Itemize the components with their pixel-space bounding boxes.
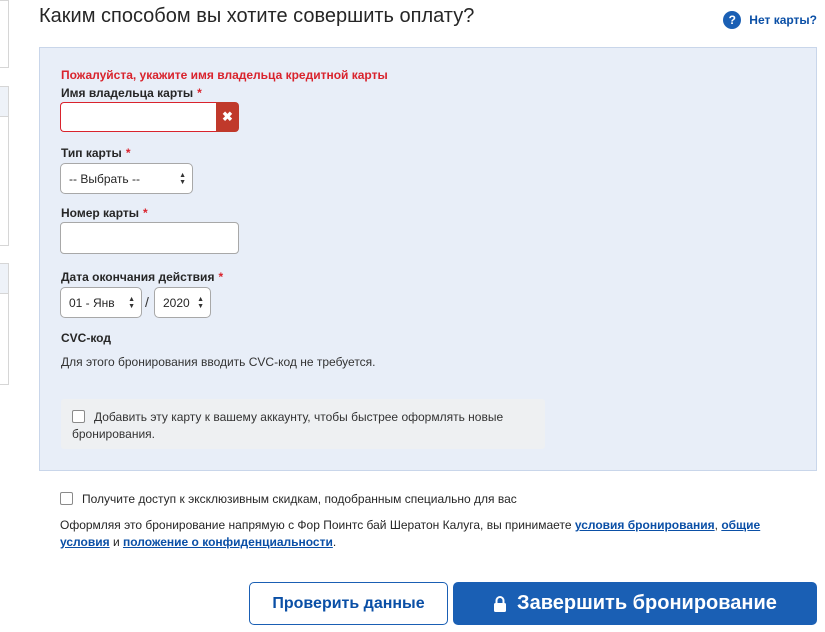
required-mark: *	[197, 86, 202, 100]
cvc-label: CVC-код	[61, 331, 111, 345]
expiry-month-value: 01 - Янв	[69, 295, 115, 310]
privacy-policy-link[interactable]: положение о конфиденциальности	[123, 535, 333, 549]
left-rail-section	[0, 116, 9, 246]
select-arrows-icon: ▲ ▼	[179, 171, 186, 186]
card-number-input[interactable]	[60, 222, 239, 254]
no-card-link[interactable]: ? Нет карты?	[723, 11, 817, 29]
left-rail-section	[0, 293, 9, 385]
left-rail-section	[0, 263, 9, 295]
complete-booking-label: Завершить бронирование	[517, 592, 777, 614]
promo-checkbox[interactable]	[60, 492, 73, 505]
required-mark: *	[125, 146, 131, 160]
promo-label: Получите доступ к эксклюзивным скидкам, …	[82, 492, 517, 506]
complete-booking-button[interactable]: Завершить бронирование	[453, 582, 817, 625]
save-card-checkbox[interactable]	[72, 410, 85, 423]
card-type-select[interactable]: -- Выбрать -- ▲ ▼	[60, 163, 193, 194]
no-card-label: Нет карты?	[749, 13, 817, 27]
card-type-label: Тип карты *	[61, 146, 131, 160]
expiry-year-select[interactable]: 2020 ▲ ▼	[154, 287, 211, 318]
expiry-month-select[interactable]: 01 - Янв ▲ ▼	[60, 287, 142, 318]
left-rail-section	[0, 0, 9, 68]
required-mark: *	[218, 270, 224, 284]
page-title: Каким способом вы хотите совершить оплат…	[39, 5, 475, 27]
card-number-label: Номер карты *	[61, 206, 148, 220]
holder-error-message: Пожалуйста, укажите имя владельца кредит…	[61, 68, 388, 82]
check-details-button[interactable]: Проверить данные	[249, 582, 448, 625]
save-card-label: Добавить эту карту к вашему аккаунту, чт…	[72, 410, 504, 441]
clear-holder-button[interactable]: ✖	[216, 102, 239, 132]
holder-label: Имя владельца карты *	[61, 86, 202, 100]
expiry-year-value: 2020	[163, 295, 190, 310]
expiry-label: Дата окончания действия *	[61, 270, 224, 284]
cvc-note: Для этого бронирования вводить CVC-код н…	[61, 355, 376, 369]
left-rail-section	[0, 86, 9, 118]
select-arrows-icon: ▲ ▼	[197, 295, 204, 310]
check-details-label: Проверить данные	[272, 594, 425, 612]
legal-text: Оформляя это бронирование напрямую с Фор…	[60, 518, 761, 549]
booking-terms-link[interactable]: условия бронирования	[575, 518, 715, 532]
holder-input[interactable]	[60, 102, 216, 132]
lock-icon	[494, 595, 507, 612]
help-icon: ?	[723, 11, 742, 29]
card-type-value: -- Выбрать --	[69, 171, 140, 186]
close-icon: ✖	[222, 109, 233, 124]
expiry-separator: /	[145, 294, 149, 310]
select-arrows-icon: ▲ ▼	[128, 295, 135, 310]
required-mark: *	[143, 206, 148, 220]
